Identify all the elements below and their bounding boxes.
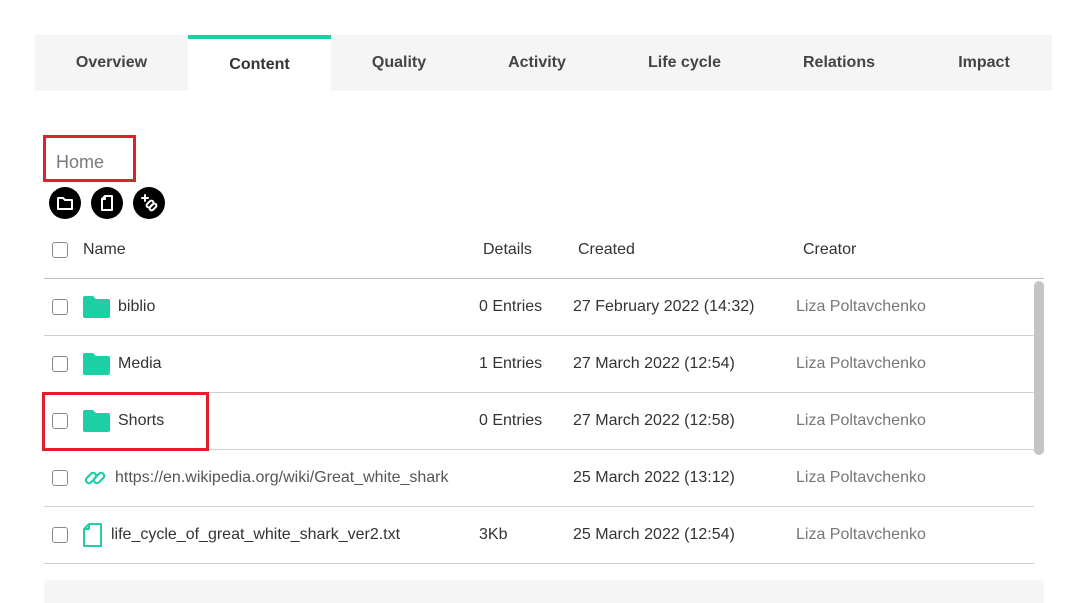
- row-details: 3Kb: [479, 526, 508, 543]
- row-created: 27 March 2022 (12:54): [573, 355, 735, 372]
- folder-icon: [55, 193, 75, 213]
- footer-bar: [44, 580, 1044, 603]
- table-row[interactable]: biblio 0 Entries 27 February 2022 (14:32…: [44, 279, 1034, 336]
- tab-content[interactable]: Content: [188, 35, 331, 91]
- row-checkbox[interactable]: [52, 470, 68, 486]
- tab-activity[interactable]: Activity: [467, 35, 607, 91]
- tab-impact[interactable]: Impact: [916, 35, 1052, 91]
- tab-life-cycle[interactable]: Life cycle: [607, 35, 762, 91]
- add-link-icon: [139, 193, 159, 213]
- select-all-checkbox[interactable]: [52, 242, 68, 258]
- header-details[interactable]: Details: [483, 241, 532, 259]
- table-row[interactable]: https://en.wikipedia.org/wiki/Great_whit…: [44, 450, 1034, 507]
- row-creator: Liza Poltavchenko: [796, 298, 926, 315]
- tab-overview[interactable]: Overview: [35, 35, 188, 91]
- row-created: 27 March 2022 (12:58): [573, 412, 735, 429]
- table-header: Name Details Created Creator: [44, 222, 1044, 279]
- row-created: 27 February 2022 (14:32): [573, 298, 755, 315]
- row-details: 0 Entries: [479, 298, 543, 315]
- row-details: 0 Entries: [479, 412, 543, 429]
- folder-icon: [83, 353, 110, 375]
- new-file-button[interactable]: [91, 187, 123, 219]
- tab-bar: Overview Content Quality Activity Life c…: [35, 35, 1052, 91]
- new-folder-button[interactable]: [49, 187, 81, 219]
- row-creator: Liza Poltavchenko: [796, 412, 926, 429]
- folder-icon: [83, 296, 110, 318]
- table-row[interactable]: life_cycle_of_great_white_shark_ver2.txt…: [44, 507, 1034, 564]
- row-checkbox[interactable]: [52, 356, 68, 372]
- row-name[interactable]: Shorts: [118, 412, 164, 430]
- table-row[interactable]: Media 1 Entries 27 March 2022 (12:54) Li…: [44, 336, 1034, 393]
- table-scrollbar[interactable]: [1034, 281, 1044, 455]
- row-name[interactable]: https://en.wikipedia.org/wiki/Great_whit…: [115, 469, 449, 487]
- tab-quality[interactable]: Quality: [331, 35, 467, 91]
- header-created[interactable]: Created: [578, 241, 635, 259]
- tab-relations[interactable]: Relations: [762, 35, 916, 91]
- row-creator: Liza Poltavchenko: [796, 469, 926, 486]
- add-link-button[interactable]: [133, 187, 165, 219]
- row-name[interactable]: biblio: [118, 298, 155, 316]
- header-name[interactable]: Name: [83, 241, 126, 259]
- row-checkbox[interactable]: [52, 299, 68, 315]
- row-created: 25 March 2022 (13:12): [573, 469, 735, 486]
- breadcrumb-home[interactable]: Home: [56, 152, 104, 173]
- row-name[interactable]: life_cycle_of_great_white_shark_ver2.txt: [111, 526, 400, 544]
- table-row[interactable]: Shorts 0 Entries 27 March 2022 (12:58) L…: [44, 393, 1034, 450]
- row-creator: Liza Poltavchenko: [796, 526, 926, 543]
- row-checkbox[interactable]: [52, 413, 68, 429]
- folder-icon: [83, 410, 110, 432]
- link-icon: [83, 466, 107, 490]
- header-creator[interactable]: Creator: [803, 241, 856, 259]
- row-creator: Liza Poltavchenko: [796, 355, 926, 372]
- toolbar: [49, 187, 165, 219]
- file-icon: [83, 523, 103, 547]
- content-table: Name Details Created Creator biblio 0 En…: [44, 222, 1044, 564]
- row-checkbox[interactable]: [52, 527, 68, 543]
- row-details: 1 Entries: [479, 355, 543, 372]
- row-name[interactable]: Media: [118, 355, 162, 373]
- row-created: 25 March 2022 (12:54): [573, 526, 735, 543]
- file-icon: [97, 193, 117, 213]
